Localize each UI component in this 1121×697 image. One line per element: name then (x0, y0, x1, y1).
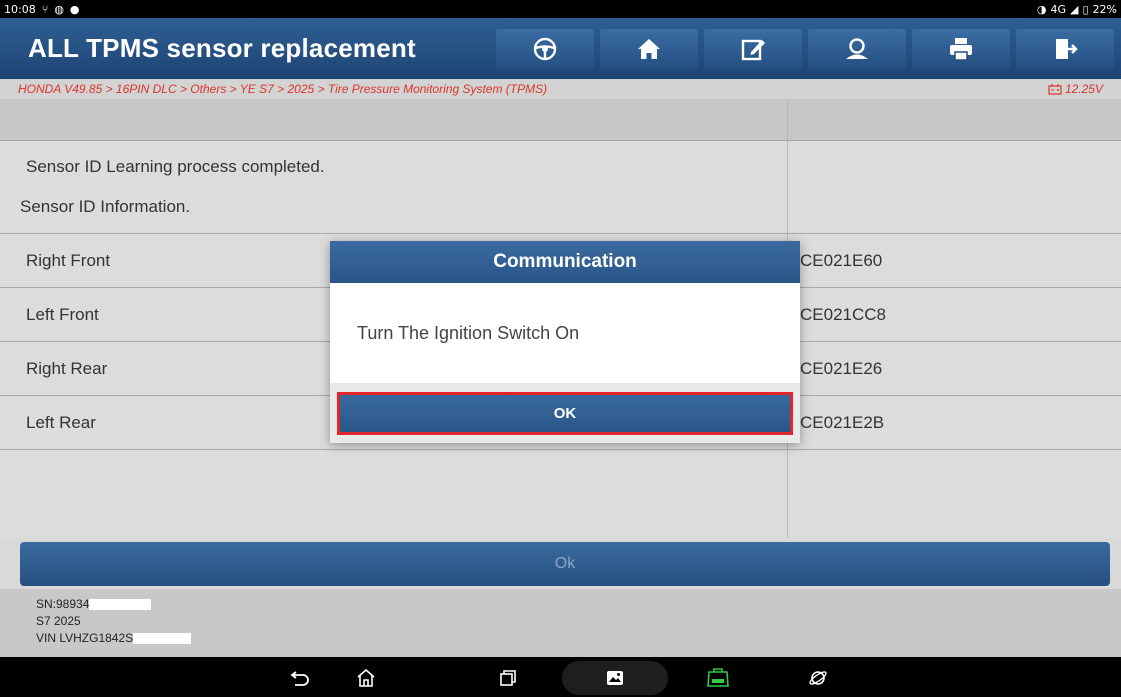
dialog-title: Communication (330, 241, 800, 283)
modal-overlay: Communication Turn The Ignition Switch O… (0, 0, 1121, 697)
dialog-ok-button[interactable]: OK (337, 392, 793, 435)
app-screen: 10:08 ⑂ ◍ ● ◑ 4G ◢ ▯ 22% ALL TPMS sensor… (0, 0, 1121, 697)
dialog-message: Turn The Ignition Switch On (330, 283, 800, 383)
dialog-footer: OK (330, 383, 800, 443)
communication-dialog: Communication Turn The Ignition Switch O… (330, 241, 800, 443)
